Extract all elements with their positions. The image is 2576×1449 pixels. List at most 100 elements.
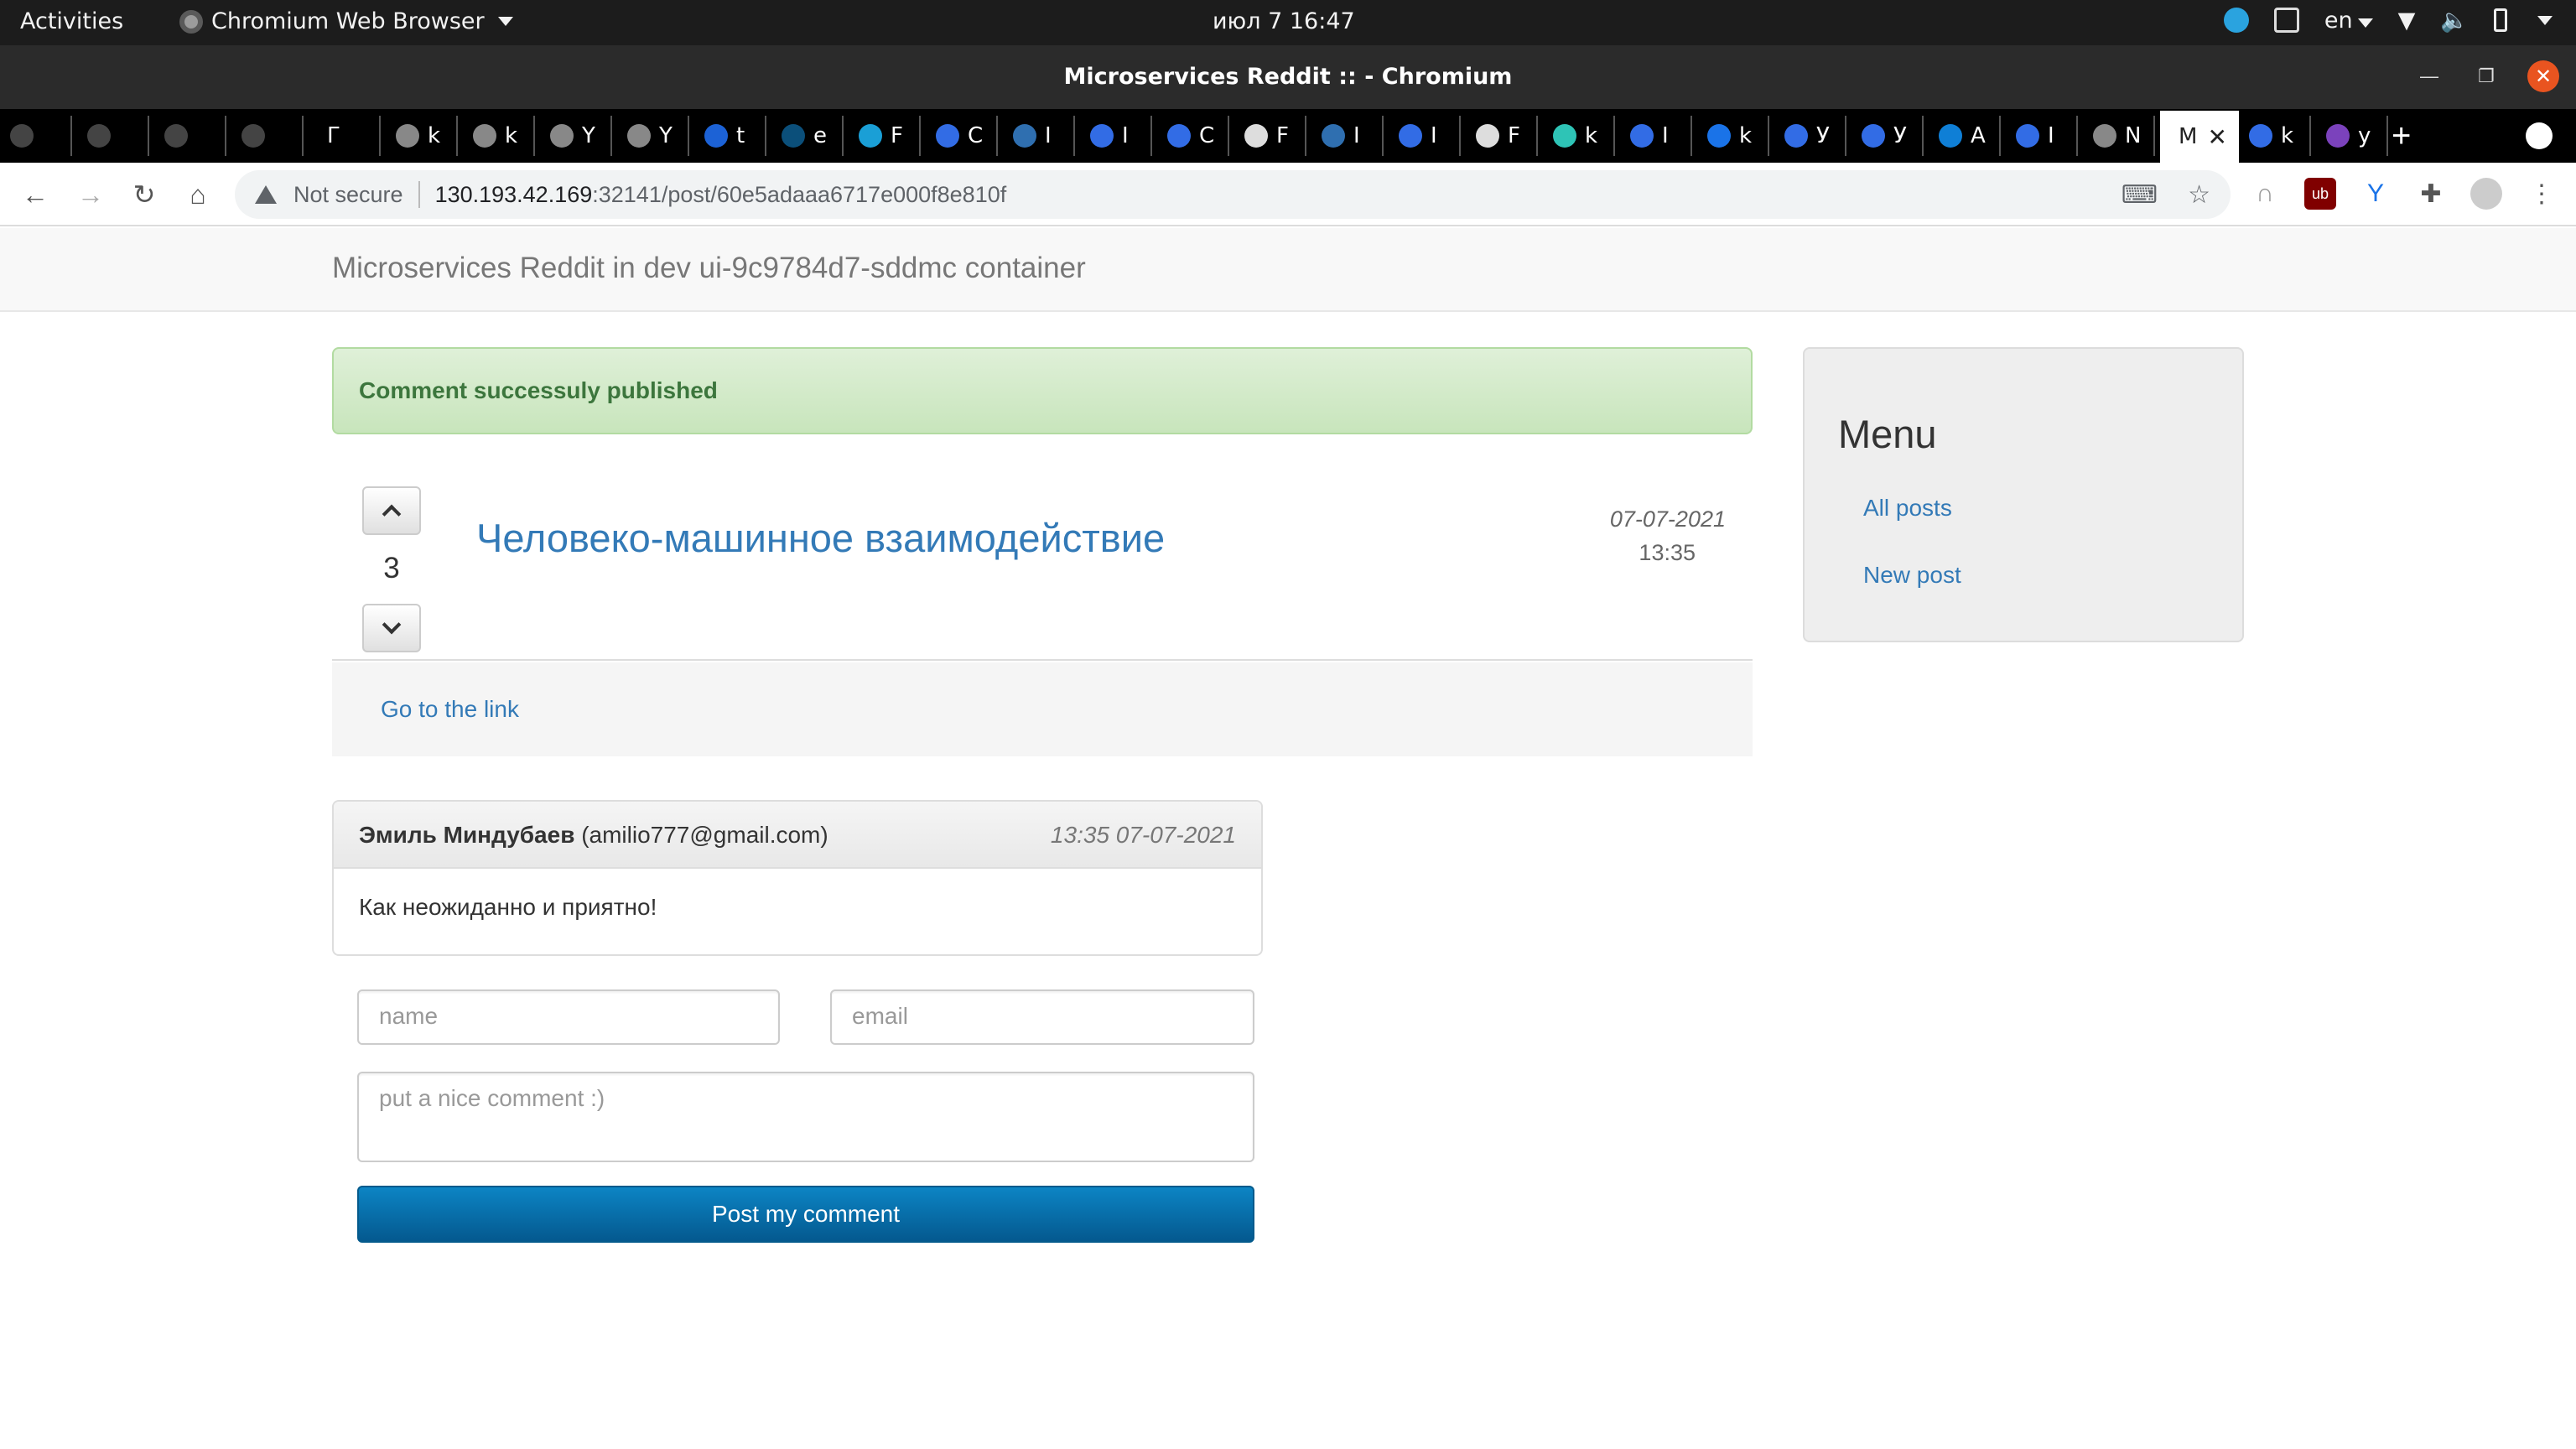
globe-icon	[396, 124, 419, 148]
browser-tab[interactable]: I	[1080, 116, 1152, 156]
browser-tab[interactable]: k	[386, 116, 458, 156]
comment-textarea[interactable]: put a nice comment :)	[357, 1072, 1254, 1162]
telegram-icon[interactable]	[2223, 8, 2249, 33]
browser-tab[interactable]: I	[1003, 116, 1075, 156]
window-titlebar: Microservices Reddit :: - Chromium — ❐ ✕	[0, 45, 2576, 109]
minimize-button[interactable]: —	[2413, 60, 2445, 92]
browser-tab[interactable]: I	[1311, 116, 1384, 156]
browser-tab[interactable]: Y	[540, 116, 612, 156]
menu-item-new-post[interactable]: New post	[1863, 562, 1961, 589]
tab-label: I	[1353, 123, 1360, 148]
upvote-button[interactable]	[362, 486, 421, 535]
browser-tab[interactable]: t	[694, 116, 766, 156]
github-icon	[87, 124, 111, 148]
activities-button[interactable]: Activities	[20, 8, 123, 34]
browser-tab[interactable]: F	[849, 116, 921, 156]
language-indicator[interactable]: en	[2324, 8, 2373, 34]
chevron-down-icon	[497, 17, 513, 26]
window-controls: — ❐ ✕	[2413, 60, 2559, 92]
name-input[interactable]: name	[357, 989, 780, 1045]
tab-label: F	[891, 123, 903, 148]
extension-arch-icon[interactable]: ∩	[2249, 178, 2281, 210]
url-host[interactable]: 130.193.42.169	[435, 182, 593, 208]
browser-tab[interactable]: У	[1774, 116, 1846, 156]
browser-tab[interactable]: C	[1157, 116, 1229, 156]
browser-tab[interactable]: I	[1389, 116, 1461, 156]
browser-tab[interactable]: I	[1620, 116, 1692, 156]
browser-tab[interactable]	[0, 116, 72, 156]
chromium-icon	[179, 9, 203, 34]
alert-message: Comment successuly published	[359, 377, 718, 403]
browser-tab[interactable]: C	[926, 116, 998, 156]
terraform-icon	[2326, 124, 2350, 148]
post-title[interactable]: Человеко-машинное взаимодействие	[476, 515, 1165, 561]
browser-tab[interactable]: k	[1543, 116, 1615, 156]
wifi-icon[interactable]: ▼	[2398, 8, 2416, 34]
kubernetes-icon	[1090, 124, 1114, 148]
browser-tab[interactable]	[77, 116, 149, 156]
browser-tab[interactable]: k	[1697, 116, 1769, 156]
comment-author: Эмиль Миндубаев	[359, 822, 575, 848]
forward-button[interactable]: →	[72, 176, 109, 213]
system-tray[interactable]: en ▼ 🔈	[2223, 7, 2553, 34]
bookmark-star-icon[interactable]: ☆	[2188, 180, 2210, 210]
vue-devtools-icon[interactable]: Y	[2360, 178, 2392, 210]
address-bar[interactable]: Not secure 130.193.42.169:32141/post/60e…	[235, 170, 2231, 219]
cube-icon	[1939, 124, 1962, 148]
vote-count: 3	[383, 552, 400, 584]
chevron-down-icon[interactable]	[2537, 15, 2553, 25]
browser-tab[interactable]: A	[1929, 116, 2001, 156]
extensions-puzzle-icon[interactable]: ✚	[2415, 178, 2447, 210]
warning-icon[interactable]	[255, 185, 277, 204]
browser-tab[interactable]: e	[771, 116, 844, 156]
clock[interactable]: июл 7 16:47	[1213, 8, 1355, 34]
browser-tab[interactable]: k	[463, 116, 535, 156]
browser-tab[interactable]: M ✕	[2160, 111, 2239, 163]
go-to-link[interactable]: Go to the link	[381, 696, 519, 723]
post-footer: Go to the link	[332, 662, 1753, 756]
translate-icon[interactable]: ⌨	[2122, 180, 2158, 210]
browser-tab[interactable]	[154, 116, 226, 156]
kebab-menu-icon[interactable]: ⋮	[2526, 178, 2558, 210]
browser-tab[interactable]: k	[2239, 116, 2311, 156]
kubernetes-icon	[2016, 124, 2039, 148]
browser-tab[interactable]: Г	[309, 116, 381, 156]
close-tab-icon[interactable]: ✕	[2207, 123, 2226, 151]
github-icon	[242, 124, 265, 148]
browser-tab[interactable]: F	[1466, 116, 1538, 156]
globe-icon	[627, 124, 651, 148]
browser-tab[interactable]: F	[1234, 116, 1306, 156]
downvote-button[interactable]	[362, 604, 421, 652]
url-path[interactable]: :32141/post/60e5adaaa6717e000f8e810f	[592, 182, 1006, 208]
close-window-button[interactable]: ✕	[2527, 60, 2559, 92]
browser-tab[interactable]: y	[2316, 116, 2388, 156]
omnibox-actions: ⌨ ☆	[2122, 180, 2210, 210]
site-brand[interactable]: Microservices Reddit in dev ui-9c9784d7-…	[332, 252, 1086, 285]
volume-icon[interactable]: 🔈	[2440, 7, 2469, 34]
screenshot-icon[interactable]	[2273, 8, 2299, 33]
maximize-button[interactable]: ❐	[2470, 60, 2502, 92]
app-menu[interactable]: Chromium Web Browser	[179, 8, 513, 34]
post-comment-button[interactable]: Post my comment	[357, 1186, 1254, 1243]
browser-tab[interactable]	[231, 116, 304, 156]
email-input[interactable]: email	[830, 989, 1254, 1045]
battery-icon[interactable]	[2494, 8, 2507, 32]
new-tab-button[interactable]: +	[2392, 117, 2411, 155]
home-button[interactable]: ⌂	[179, 176, 216, 213]
network-icon	[1553, 124, 1576, 148]
browser-tab[interactable]: У	[1852, 116, 1924, 156]
browser-tab[interactable]: I	[2006, 116, 2078, 156]
security-label[interactable]: Not secure	[293, 182, 403, 208]
drop-icon	[1322, 124, 1345, 148]
post-card: 3 Человеко-машинное взаимодействие 07-07…	[332, 473, 1753, 758]
tab-search-button[interactable]	[2526, 122, 2553, 149]
back-button[interactable]: ←	[17, 176, 54, 213]
ublock-icon[interactable]: ub	[2304, 178, 2336, 210]
yandex-cloud-icon	[704, 124, 728, 148]
browser-tab[interactable]: Y	[617, 116, 689, 156]
browser-tab[interactable]: N	[2083, 116, 2155, 156]
menu-item-all-posts[interactable]: All posts	[1863, 495, 1952, 522]
reload-button[interactable]: ↻	[126, 176, 163, 213]
profile-avatar-icon[interactable]	[2470, 178, 2502, 210]
kubernetes-icon	[2249, 124, 2272, 148]
